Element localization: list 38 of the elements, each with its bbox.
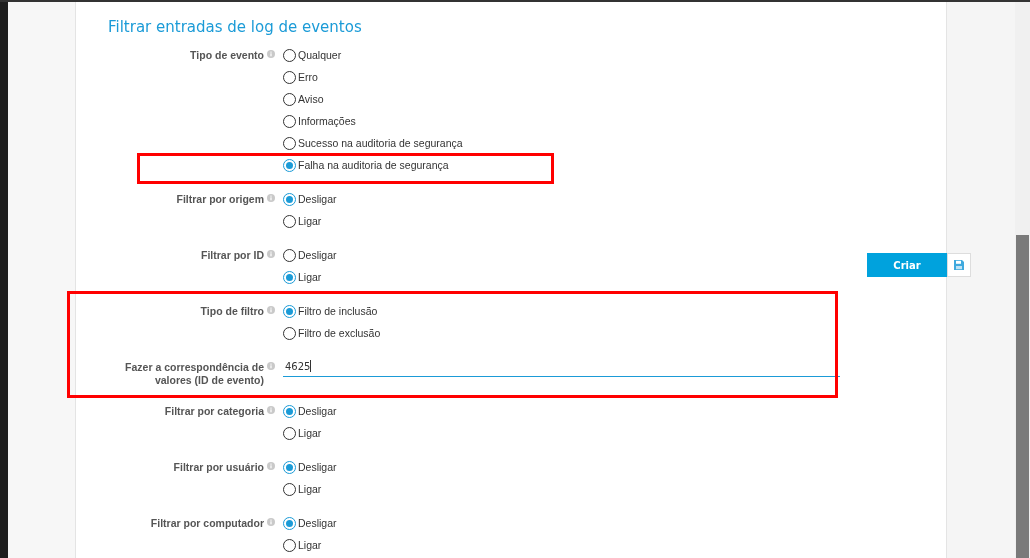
option-label: Desligar xyxy=(298,405,337,417)
field-label: Filtrar por computador xyxy=(150,517,264,530)
scrollbar-thumb[interactable] xyxy=(1016,235,1029,558)
option-label: Desligar xyxy=(298,517,337,529)
option-label: Falha na auditoria de segurança xyxy=(298,159,449,171)
option-label: Desligar xyxy=(298,193,337,205)
info-icon[interactable] xyxy=(267,250,275,258)
field-label: Tipo de evento xyxy=(190,49,264,62)
info-icon[interactable] xyxy=(267,194,275,202)
info-icon[interactable] xyxy=(267,50,275,58)
field-label: Fazer a correspondência de valores (ID de evento) xyxy=(124,361,264,387)
option-label: Ligar xyxy=(298,539,322,551)
info-icon[interactable] xyxy=(267,406,275,414)
field-label: Filtrar por origem xyxy=(176,193,264,206)
info-icon[interactable] xyxy=(267,362,275,370)
option-label: Informações xyxy=(298,115,356,127)
option-label: Erro xyxy=(298,71,318,83)
option-label: Ligar xyxy=(298,483,322,495)
save-button[interactable] xyxy=(947,253,971,277)
option-label: Sucesso na auditoria de segurança xyxy=(298,137,463,149)
option-label: Ligar xyxy=(298,271,322,283)
section-title: Filtrar entradas de log de eventos xyxy=(108,17,363,37)
option-label: Ligar xyxy=(298,215,322,227)
option-label: Aviso xyxy=(298,93,324,105)
option-label: Filtro de inclusão xyxy=(298,305,378,317)
field-label: Tipo de filtro xyxy=(200,305,264,318)
info-icon[interactable] xyxy=(267,306,275,314)
option-label: Desligar xyxy=(298,249,337,261)
input-field[interactable]: 4625 xyxy=(283,356,840,377)
option-label: Filtro de exclusão xyxy=(298,327,381,339)
field-label: Filtrar por ID xyxy=(201,249,264,262)
info-icon[interactable] xyxy=(267,518,275,526)
option-label: Desligar xyxy=(298,461,337,473)
field-label: Filtrar por usuário xyxy=(173,461,264,474)
field-label: Filtrar por categoria xyxy=(164,405,264,418)
option-label: Ligar xyxy=(298,427,322,439)
info-icon[interactable] xyxy=(267,462,275,470)
option-label: Qualquer xyxy=(298,49,342,61)
